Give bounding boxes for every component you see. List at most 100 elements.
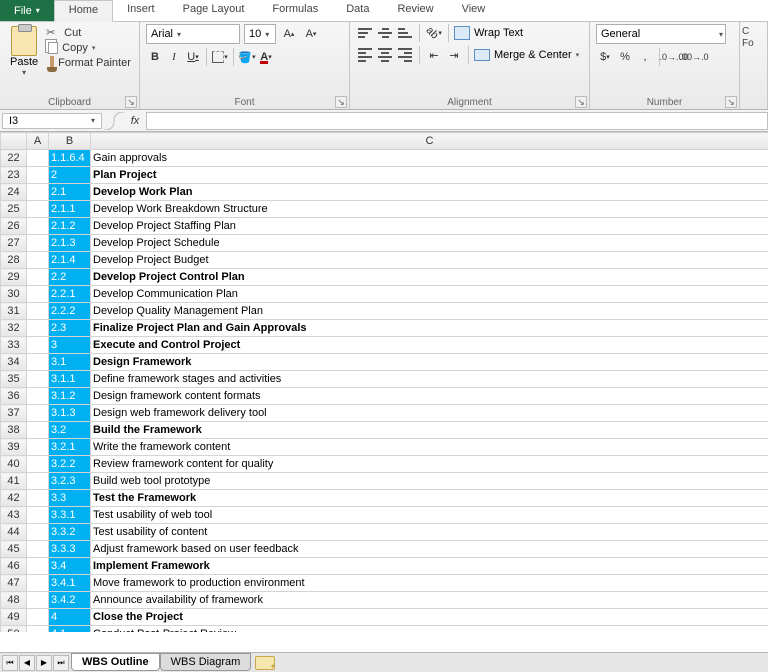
cell-b[interactable]: 2.2.2 <box>49 303 91 320</box>
row-header[interactable]: 31 <box>1 303 27 320</box>
align-right-button[interactable] <box>396 46 414 64</box>
cell-c[interactable]: Test usability of content <box>91 524 768 541</box>
cell-c[interactable]: Build the Framework <box>91 422 768 439</box>
align-bottom-button[interactable] <box>396 24 414 42</box>
align-center-button[interactable] <box>376 46 394 64</box>
tab-view[interactable]: View <box>448 0 500 21</box>
cell-c[interactable]: Plan Project <box>91 167 768 184</box>
format-painter-button[interactable]: Format Painter <box>46 56 131 70</box>
cell-a[interactable] <box>27 354 49 371</box>
cell-b[interactable]: 3.4.1 <box>49 575 91 592</box>
cell-b[interactable]: 2.1.2 <box>49 218 91 235</box>
cell-b[interactable]: 3.3.1 <box>49 507 91 524</box>
underline-button[interactable]: U▾ <box>184 48 202 66</box>
cell-a[interactable] <box>27 303 49 320</box>
row-header[interactable]: 40 <box>1 456 27 473</box>
orientation-button[interactable]: ab▾ <box>425 24 443 42</box>
cell-c[interactable]: Execute and Control Project <box>91 337 768 354</box>
cell-a[interactable] <box>27 456 49 473</box>
decrease-decimal-button[interactable]: .00→.0 <box>685 48 703 66</box>
cell-c[interactable]: Test the Framework <box>91 490 768 507</box>
row-header[interactable]: 26 <box>1 218 27 235</box>
col-header-c[interactable]: C <box>91 133 768 150</box>
cell-b[interactable]: 4.1 <box>49 626 91 633</box>
borders-button[interactable]: ▾ <box>211 48 229 66</box>
cell-a[interactable] <box>27 592 49 609</box>
cell-a[interactable] <box>27 388 49 405</box>
cell-b[interactable]: 3.2.3 <box>49 473 91 490</box>
cell-b[interactable]: 3.2 <box>49 422 91 439</box>
cell-c[interactable]: Review framework content for quality <box>91 456 768 473</box>
row-header[interactable]: 37 <box>1 405 27 422</box>
cell-b[interactable]: 2.1.3 <box>49 235 91 252</box>
cell-c[interactable]: Develop Quality Management Plan <box>91 303 768 320</box>
align-left-button[interactable] <box>356 46 374 64</box>
sheet-tab-wbs-outline[interactable]: WBS Outline <box>71 653 160 671</box>
row-header[interactable]: 23 <box>1 167 27 184</box>
row-header[interactable]: 44 <box>1 524 27 541</box>
cell-b[interactable]: 2.1.1 <box>49 201 91 218</box>
select-all-corner[interactable] <box>1 133 27 150</box>
cell-b[interactable]: 3.4.2 <box>49 592 91 609</box>
merge-center-button[interactable]: Merge & Center ▾ <box>474 49 579 61</box>
italic-button[interactable]: I <box>165 48 183 66</box>
cell-b[interactable]: 2.1 <box>49 184 91 201</box>
cell-b[interactable]: 3.1.1 <box>49 371 91 388</box>
cell-c[interactable]: Develop Project Staffing Plan <box>91 218 768 235</box>
font-color-button[interactable]: A▾ <box>257 48 275 66</box>
cell-a[interactable] <box>27 235 49 252</box>
new-sheet-button[interactable] <box>255 656 275 670</box>
cell-b[interactable]: 1.1.6.4 <box>49 150 91 167</box>
row-header[interactable]: 36 <box>1 388 27 405</box>
row-header[interactable]: 41 <box>1 473 27 490</box>
shrink-font-button[interactable]: A▾ <box>302 25 320 43</box>
cell-a[interactable] <box>27 201 49 218</box>
cell-a[interactable] <box>27 507 49 524</box>
row-header[interactable]: 29 <box>1 269 27 286</box>
cell-b[interactable]: 3.4 <box>49 558 91 575</box>
col-header-a[interactable]: A <box>27 133 49 150</box>
tab-file[interactable]: File <box>0 0 54 21</box>
row-header[interactable]: 35 <box>1 371 27 388</box>
cell-b[interactable]: 2 <box>49 167 91 184</box>
cell-a[interactable] <box>27 473 49 490</box>
formula-input[interactable] <box>146 112 768 130</box>
cell-a[interactable] <box>27 575 49 592</box>
row-header[interactable]: 28 <box>1 252 27 269</box>
row-header[interactable]: 32 <box>1 320 27 337</box>
tab-formulas[interactable]: Formulas <box>258 0 332 21</box>
font-size-combo[interactable]: 10 ▾ <box>244 24 276 44</box>
cell-a[interactable] <box>27 218 49 235</box>
cell-a[interactable] <box>27 337 49 354</box>
row-header[interactable]: 22 <box>1 150 27 167</box>
row-header[interactable]: 39 <box>1 439 27 456</box>
grow-font-button[interactable]: A▴ <box>280 25 298 43</box>
tab-data[interactable]: Data <box>332 0 383 21</box>
fill-color-button[interactable]: 🪣▾ <box>238 48 256 66</box>
cell-c[interactable]: Close the Project <box>91 609 768 626</box>
percent-button[interactable]: % <box>616 48 634 66</box>
cell-a[interactable] <box>27 609 49 626</box>
number-launcher[interactable]: ↘ <box>725 96 737 108</box>
cell-a[interactable] <box>27 524 49 541</box>
comma-button[interactable]: , <box>636 48 654 66</box>
bold-button[interactable]: B <box>146 48 164 66</box>
cell-c[interactable]: Build web tool prototype <box>91 473 768 490</box>
row-header[interactable]: 43 <box>1 507 27 524</box>
cell-b[interactable]: 3.2.2 <box>49 456 91 473</box>
cell-c[interactable]: Write the framework content <box>91 439 768 456</box>
clipboard-launcher[interactable]: ↘ <box>125 96 137 108</box>
row-header[interactable]: 33 <box>1 337 27 354</box>
paste-button[interactable]: Paste ▾ <box>6 24 42 79</box>
cell-a[interactable] <box>27 422 49 439</box>
cell-b[interactable]: 3.1.2 <box>49 388 91 405</box>
row-header[interactable]: 30 <box>1 286 27 303</box>
alignment-launcher[interactable]: ↘ <box>575 96 587 108</box>
cell-c[interactable]: Design Framework <box>91 354 768 371</box>
cell-c[interactable]: Develop Project Control Plan <box>91 269 768 286</box>
font-name-combo[interactable]: Arial ▾ <box>146 24 240 44</box>
cell-c[interactable]: Develop Communication Plan <box>91 286 768 303</box>
col-header-b[interactable]: B <box>49 133 91 150</box>
tab-review[interactable]: Review <box>383 0 447 21</box>
row-header[interactable]: 34 <box>1 354 27 371</box>
